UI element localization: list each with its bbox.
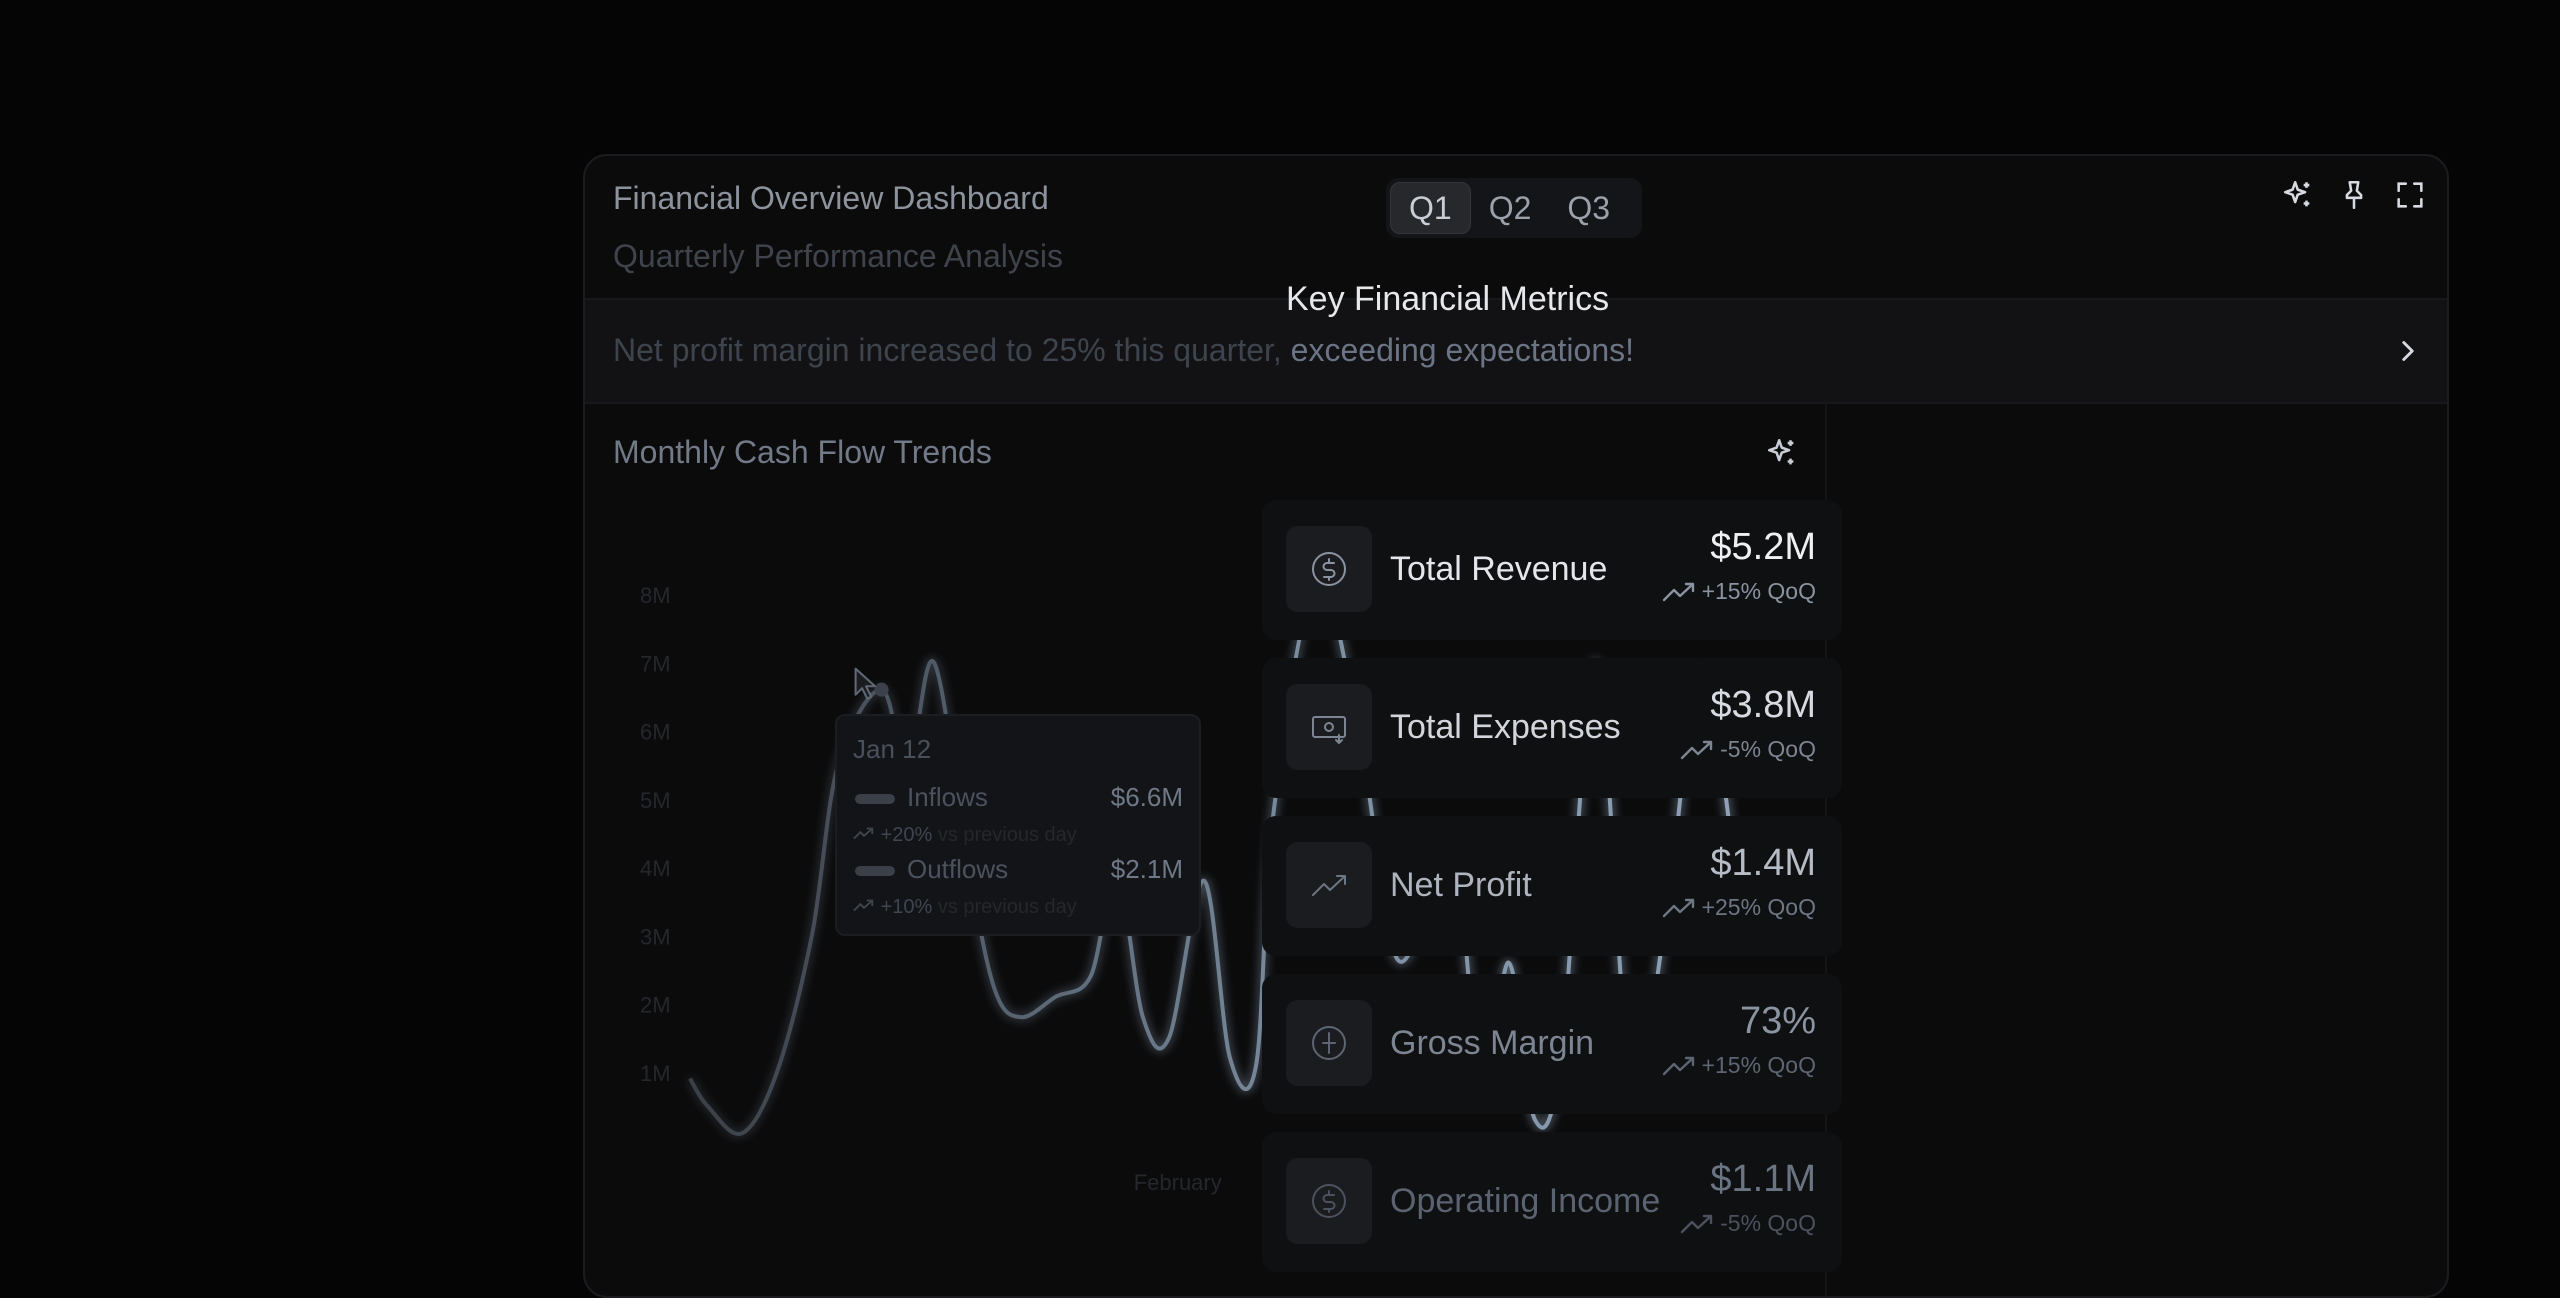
tooltip-series-value: $2.1M bbox=[1110, 854, 1183, 884]
metric-value: $1.4M bbox=[1710, 842, 1816, 884]
tooltip-date: Jan 12 bbox=[853, 734, 932, 764]
fullscreen-icon[interactable] bbox=[2393, 178, 2427, 212]
trend-icon bbox=[1662, 898, 1694, 917]
metric-card[interactable]: Net Profit $1.4M +25% QoQ bbox=[1262, 816, 1842, 956]
metric-label: Total Revenue bbox=[1390, 550, 1608, 588]
tooltip-series-name: Outflows bbox=[907, 854, 1009, 884]
tab-q1[interactable]: Q1 bbox=[1390, 182, 1471, 234]
sparkles-icon[interactable] bbox=[1765, 436, 1799, 470]
metric-card[interactable]: Gross Margin 73% +15% QoQ bbox=[1262, 974, 1842, 1114]
metric-change: +15% QoQ bbox=[1662, 578, 1816, 605]
banner-text: Net profit margin increased to 25% this … bbox=[613, 332, 1635, 368]
header-actions bbox=[2281, 178, 2427, 212]
tooltip-row-outflows: Outflows $2.1M bbox=[853, 852, 1183, 888]
metric-label: Operating Income bbox=[1390, 1182, 1661, 1220]
tooltip-change: +10% vs previous day bbox=[853, 896, 1077, 919]
dollar-circle-icon bbox=[1286, 1158, 1372, 1244]
metric-card[interactable]: Total Expenses $3.8M -5% QoQ bbox=[1262, 658, 1842, 798]
trending-up-icon bbox=[1286, 842, 1372, 928]
metric-label: Total Expenses bbox=[1390, 708, 1621, 746]
sparkles-icon[interactable] bbox=[2281, 178, 2315, 212]
metric-label: Net Profit bbox=[1390, 866, 1532, 904]
metric-change: +15% QoQ bbox=[1662, 1052, 1816, 1079]
metric-value: $3.8M bbox=[1710, 684, 1816, 726]
metric-change: +25% QoQ bbox=[1662, 894, 1816, 921]
page-title: Financial Overview Dashboard bbox=[613, 180, 1049, 216]
tab-q3[interactable]: Q3 bbox=[1549, 182, 1628, 234]
legend-swatch bbox=[855, 794, 895, 804]
metric-value: 73% bbox=[1739, 1000, 1816, 1042]
metric-value: $5.2M bbox=[1710, 526, 1816, 568]
legend-swatch bbox=[855, 866, 895, 876]
trend-icon bbox=[1680, 740, 1713, 759]
trend-icon bbox=[1662, 582, 1694, 601]
coin-icon bbox=[1286, 1000, 1372, 1086]
metric-change: -5% QoQ bbox=[1680, 1210, 1816, 1237]
quarter-tabs: Q1 Q2 Q3 bbox=[1386, 178, 1642, 238]
tab-q2[interactable]: Q2 bbox=[1471, 182, 1550, 234]
tooltip-series-value: $6.6M bbox=[1110, 782, 1183, 812]
cash-flow-title: Monthly Cash Flow Trends bbox=[613, 434, 992, 470]
chevron-right-icon[interactable] bbox=[2391, 334, 2425, 368]
tooltip-row-inflows: Inflows $6.6M bbox=[853, 780, 1183, 816]
metric-card[interactable]: Operating Income $1.1M -5% QoQ bbox=[1262, 1132, 1842, 1272]
trend-icon bbox=[1680, 1214, 1713, 1233]
tooltip-series-name: Inflows bbox=[907, 782, 988, 812]
cash-expense-icon bbox=[1286, 684, 1372, 770]
metrics-title: Key Financial Metrics bbox=[1286, 280, 1610, 318]
trend-icon bbox=[1662, 1056, 1694, 1075]
chart-tooltip: Jan 12 Inflows $6.6M +20% vs previous da… bbox=[835, 714, 1201, 936]
metric-value: $1.1M bbox=[1710, 1158, 1816, 1200]
tooltip-change: +20% vs previous day bbox=[853, 824, 1077, 847]
page-subtitle: Quarterly Performance Analysis bbox=[613, 238, 1063, 274]
metric-label: Gross Margin bbox=[1390, 1024, 1595, 1062]
mouse-cursor-icon bbox=[854, 667, 877, 700]
metric-change: -5% QoQ bbox=[1680, 736, 1816, 763]
metric-card[interactable]: Total Revenue $5.2M +15% QoQ bbox=[1262, 500, 1842, 640]
dollar-circle-icon bbox=[1286, 526, 1372, 612]
pin-icon[interactable] bbox=[2337, 178, 2371, 212]
